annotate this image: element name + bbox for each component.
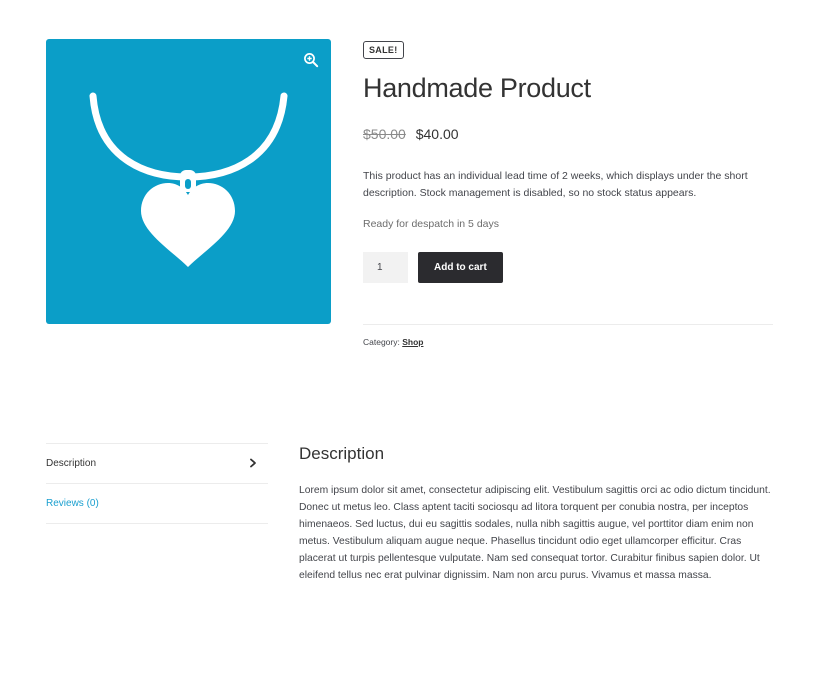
price-sale: $40.00 bbox=[415, 126, 459, 142]
description-body: Lorem ipsum dolor sit amet, consectetur … bbox=[299, 485, 771, 581]
product-summary: SALE! Handmade Product $50.00 $40.00 Thi… bbox=[363, 40, 773, 283]
tab-description[interactable]: Description bbox=[46, 443, 268, 483]
add-to-cart-form: Add to cart bbox=[363, 252, 773, 283]
description-panel: Description Lorem ipsum dolor sit amet, … bbox=[299, 443, 775, 584]
product-price: $50.00 $40.00 bbox=[363, 124, 773, 144]
tab-reviews-label: Reviews (0) bbox=[46, 498, 99, 509]
product-title: Handmade Product bbox=[363, 73, 591, 103]
heart-necklace-icon bbox=[46, 39, 331, 324]
price-original: $50.00 bbox=[363, 126, 406, 142]
product-page: SALE! Handmade Product $50.00 $40.00 Thi… bbox=[0, 0, 820, 681]
product-category: Category: Shop bbox=[363, 337, 423, 347]
short-description: This product has an individual lead time… bbox=[363, 170, 748, 199]
product-tabs: Description Reviews (0) bbox=[46, 443, 268, 524]
description-heading: Description bbox=[299, 444, 385, 463]
stock-note: Ready for despatch in 5 days bbox=[363, 218, 499, 230]
add-to-cart-button[interactable]: Add to cart bbox=[418, 252, 503, 283]
tab-description-label: Description bbox=[46, 458, 97, 469]
category-label: Category: bbox=[363, 337, 400, 347]
zoom-in-icon[interactable] bbox=[303, 52, 319, 68]
sale-badge: SALE! bbox=[363, 41, 404, 59]
meta-divider bbox=[363, 324, 773, 325]
category-link-shop[interactable]: Shop bbox=[402, 337, 423, 347]
product-image[interactable] bbox=[46, 39, 331, 324]
tab-reviews[interactable]: Reviews (0) bbox=[46, 483, 268, 524]
chevron-right-icon bbox=[250, 458, 256, 468]
quantity-input[interactable] bbox=[363, 252, 408, 283]
